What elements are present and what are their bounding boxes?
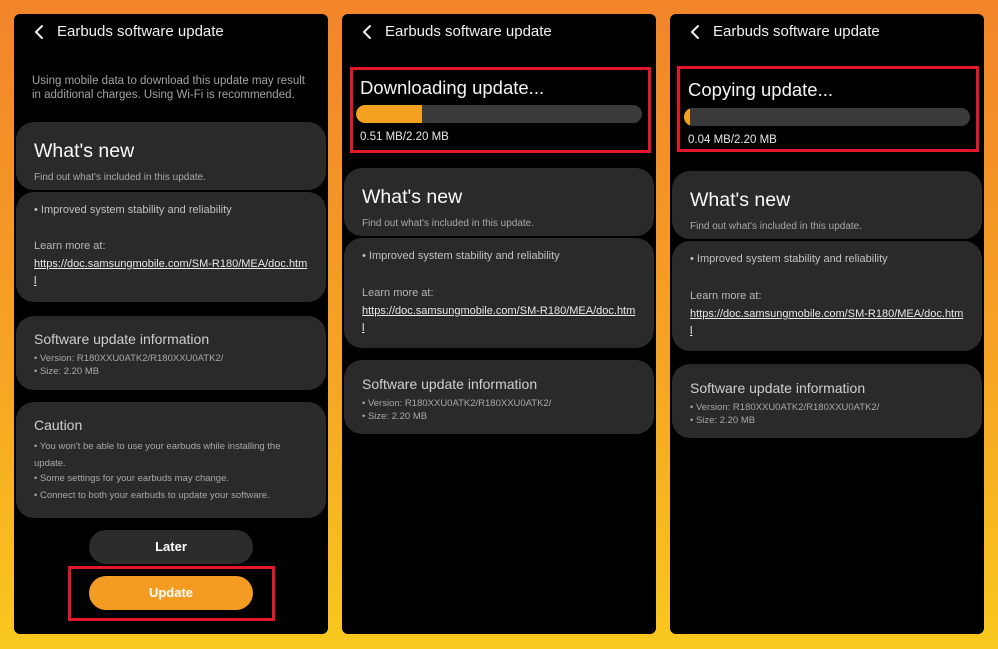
software-info-title: Software update information bbox=[34, 331, 210, 347]
whats-new-subtitle: Find out what's included in this update. bbox=[690, 221, 863, 232]
screen-downloading: Earbuds software update Downloading upda… bbox=[342, 14, 656, 634]
whats-new-card: What's new Find out what's included in t… bbox=[672, 171, 982, 239]
whats-new-subtitle: Find out what's included in this update. bbox=[34, 172, 207, 183]
improvement-bullet: • Improved system stability and reliabil… bbox=[690, 253, 888, 265]
software-info-card: Software update information • Version: R… bbox=[672, 364, 982, 438]
whats-new-subtitle: Find out what's included in this update. bbox=[362, 218, 535, 229]
software-info-title: Software update information bbox=[362, 376, 538, 392]
caution-item: • Some settings for your earbuds may cha… bbox=[34, 473, 230, 484]
caution-card: Caution • You won't be able to use your … bbox=[16, 402, 326, 518]
version-text: • Version: R180XXU0ATK2/R180XXU0ATK2/ bbox=[362, 398, 552, 409]
version-text: • Version: R180XXU0ATK2/R180XXU0ATK2/ bbox=[690, 402, 880, 413]
chevron-left-icon[interactable] bbox=[688, 23, 704, 41]
learn-more-label: Learn more at: bbox=[362, 287, 434, 299]
whats-new-details-card: • Improved system stability and reliabil… bbox=[344, 238, 654, 348]
software-info-card: Software update information • Version: R… bbox=[344, 360, 654, 434]
improvement-bullet: • Improved system stability and reliabil… bbox=[362, 250, 560, 262]
chevron-left-icon[interactable] bbox=[360, 23, 376, 41]
whats-new-card: What's new Find out what's included in t… bbox=[16, 122, 326, 190]
caution-item: • Connect to both your earbuds to update… bbox=[34, 490, 270, 501]
software-info-card: Software update information • Version: R… bbox=[16, 316, 326, 390]
page-title: Earbuds software update bbox=[57, 23, 224, 40]
whats-new-card: What's new Find out what's included in t… bbox=[344, 168, 654, 236]
screen-update-available: Earbuds software update Using mobile dat… bbox=[14, 14, 328, 634]
doc-link[interactable]: https://doc.samsungmobile.com/SM-R180/ME… bbox=[362, 303, 637, 337]
page-title: Earbuds software update bbox=[713, 23, 880, 40]
doc-link[interactable]: https://doc.samsungmobile.com/SM-R180/ME… bbox=[690, 306, 965, 340]
learn-more-label: Learn more at: bbox=[690, 290, 762, 302]
size-text: • Size: 2.20 MB bbox=[362, 411, 428, 422]
whats-new-title: What's new bbox=[362, 186, 463, 208]
size-text: • Size: 2.20 MB bbox=[34, 366, 100, 377]
software-info-title: Software update information bbox=[690, 380, 866, 396]
app-header: Earbuds software update bbox=[342, 14, 656, 50]
progress-highlight bbox=[677, 66, 979, 152]
whats-new-details-card: • Improved system stability and reliabil… bbox=[672, 241, 982, 351]
whats-new-title: What's new bbox=[690, 189, 791, 211]
improvement-bullet: • Improved system stability and reliabil… bbox=[34, 204, 232, 216]
whats-new-details-card: • Improved system stability and reliabil… bbox=[16, 192, 326, 302]
chevron-left-icon[interactable] bbox=[32, 23, 48, 41]
progress-highlight bbox=[350, 67, 651, 153]
later-button[interactable]: Later bbox=[89, 530, 253, 564]
caution-item: • You won't be able to use your earbuds … bbox=[34, 441, 281, 469]
caution-title: Caution bbox=[34, 417, 83, 433]
mobile-data-note: Using mobile data to download this updat… bbox=[32, 75, 305, 101]
update-button-highlight bbox=[68, 566, 275, 621]
size-text: • Size: 2.20 MB bbox=[690, 415, 756, 426]
screen-copying: Earbuds software update Copying update..… bbox=[670, 14, 984, 634]
version-text: • Version: R180XXU0ATK2/R180XXU0ATK2/ bbox=[34, 353, 224, 364]
learn-more-label: Learn more at: bbox=[34, 240, 106, 252]
app-header: Earbuds software update bbox=[14, 14, 328, 50]
app-header: Earbuds software update bbox=[670, 14, 984, 50]
whats-new-title: What's new bbox=[34, 140, 135, 162]
doc-link[interactable]: https://doc.samsungmobile.com/SM-R180/ME… bbox=[34, 256, 309, 290]
page-title: Earbuds software update bbox=[385, 23, 552, 40]
